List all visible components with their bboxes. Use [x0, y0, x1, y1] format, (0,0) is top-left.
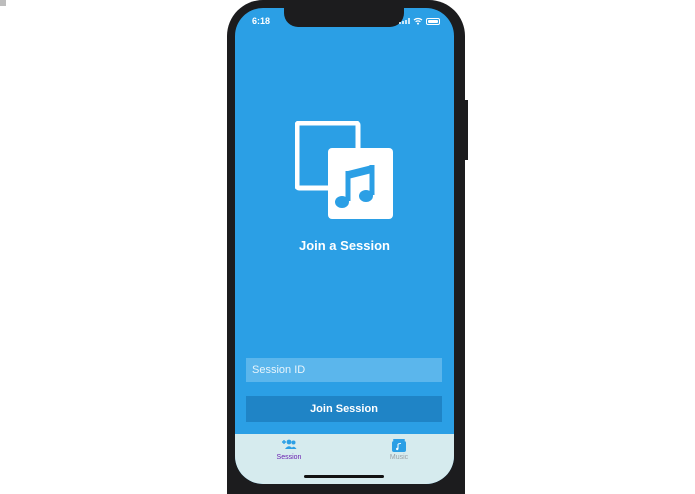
app-screen: 6:18 Join a Session Session ID Join Sess…: [235, 8, 454, 484]
page-title: Join a Session: [298, 238, 391, 253]
tab-music-label: Music: [389, 454, 409, 461]
tab-music[interactable]: Music: [364, 438, 434, 461]
add-users-icon: [282, 439, 297, 449]
corner-mark: [0, 0, 6, 6]
home-indicator: [304, 475, 384, 478]
status-time: 6:18: [252, 16, 271, 26]
signal-icon: [399, 18, 410, 24]
page: 6:18 Join a Session Session ID Join Sess…: [0, 0, 695, 494]
status-icons: [399, 16, 440, 26]
battery-icon: [426, 17, 440, 25]
tab-session[interactable]: Session: [254, 438, 324, 461]
notch: [284, 8, 404, 27]
music-library-icon: [392, 439, 406, 452]
join-session-button[interactable]: Join Session: [246, 396, 442, 422]
session-id-input[interactable]: [246, 358, 442, 382]
wifi-icon: [413, 17, 423, 25]
music-session-icon: [295, 121, 393, 219]
phone-frame: 6:18 Join a Session Session ID Join Sess…: [227, 0, 468, 494]
tab-session-label: Session: [276, 454, 302, 461]
side-button: [465, 100, 468, 160]
